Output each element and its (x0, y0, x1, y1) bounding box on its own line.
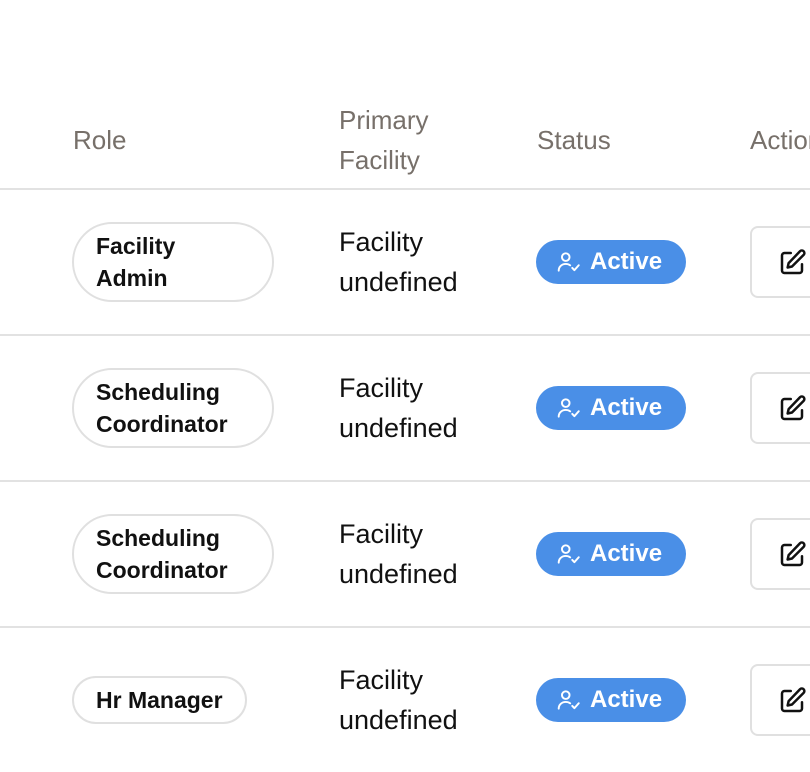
edit-button[interactable] (750, 226, 810, 298)
column-header-role[interactable]: Role (73, 120, 126, 160)
status-label: Active (590, 394, 663, 421)
column-header-actions: Actions (750, 125, 810, 155)
status-label: Active (590, 540, 663, 567)
column-header-primary-facility[interactable]: Primary Facility (339, 100, 489, 180)
users-table: Role Primary Facility Status Actions Fac… (0, 0, 810, 766)
edit-button[interactable] (750, 664, 810, 736)
table-row: Hr Manager Facility undefined Active (0, 628, 810, 772)
status-badge: Active (536, 678, 686, 722)
status-badge: Active (536, 386, 686, 430)
primary-facility-cell: Facility undefined (339, 227, 458, 297)
primary-facility-cell: Facility undefined (339, 665, 458, 735)
table-row: Scheduling Coordinator Facility undefine… (0, 336, 810, 482)
status-label: Active (590, 686, 663, 713)
table-header-row: Role Primary Facility Status Actions (0, 100, 810, 190)
user-check-icon (557, 252, 580, 272)
edit-button[interactable] (750, 518, 810, 590)
user-check-icon (557, 544, 580, 564)
edit-icon (780, 687, 806, 713)
edit-icon (780, 249, 806, 275)
primary-facility-cell: Facility undefined (339, 519, 458, 589)
edit-icon (780, 395, 806, 421)
user-check-icon (557, 398, 580, 418)
edit-button[interactable] (750, 372, 810, 444)
role-badge: Scheduling Coordinator (72, 368, 274, 448)
primary-facility-cell: Facility undefined (339, 373, 458, 443)
user-check-icon (557, 690, 580, 710)
edit-icon (780, 541, 806, 567)
status-badge: Active (536, 240, 686, 284)
column-header-status[interactable]: Status (537, 120, 611, 160)
status-badge: Active (536, 532, 686, 576)
role-badge: Hr Manager (72, 676, 247, 724)
role-badge: Scheduling Coordinator (72, 514, 274, 594)
table-row: Facility Admin Facility undefined Active (0, 190, 810, 336)
table-row: Scheduling Coordinator Facility undefine… (0, 482, 810, 628)
status-label: Active (590, 248, 663, 275)
role-badge: Facility Admin (72, 222, 274, 302)
